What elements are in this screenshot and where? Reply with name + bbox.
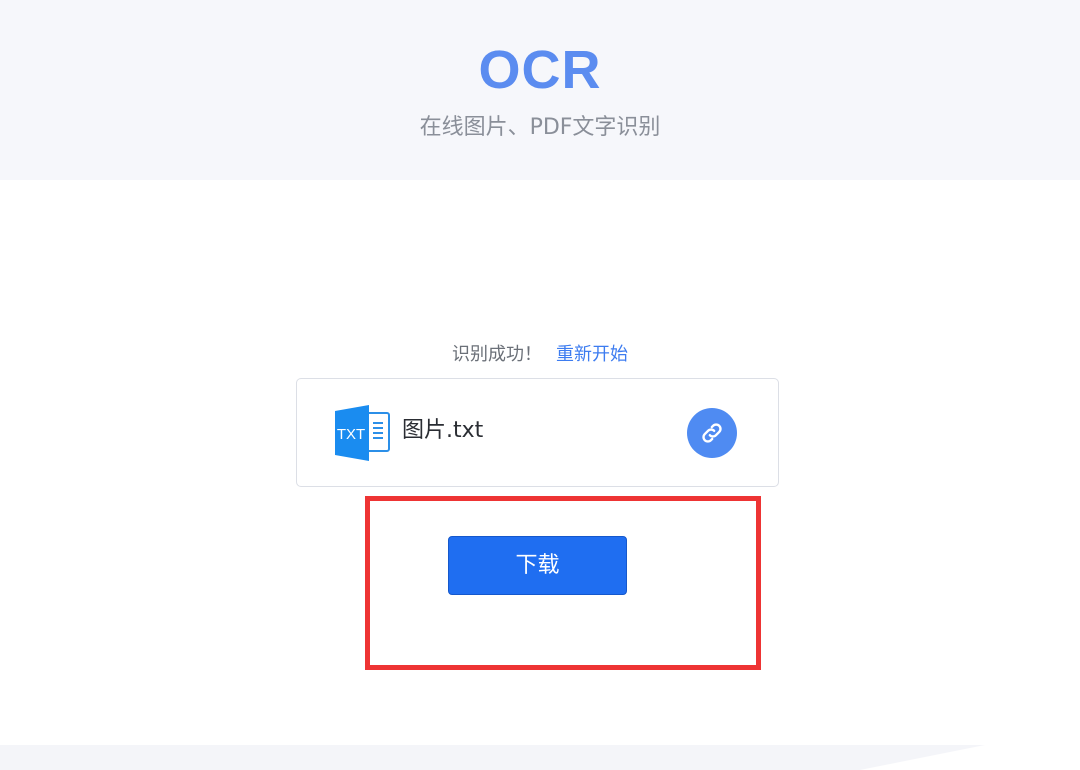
file-card: TXT 图片.txt bbox=[296, 378, 779, 487]
file-name: 图片.txt bbox=[402, 418, 484, 443]
txt-icon-label: TXT bbox=[337, 426, 365, 443]
status-message: 识别成功！ bbox=[452, 344, 542, 365]
restart-link[interactable]: 重新开始 bbox=[556, 344, 628, 365]
footer-band bbox=[0, 745, 1080, 770]
app-subtitle: 在线图片、PDF文字识别 bbox=[419, 115, 661, 140]
download-button[interactable]: 下载 bbox=[448, 536, 627, 595]
page-header: OCR 在线图片、PDF文字识别 bbox=[0, 0, 1080, 180]
txt-file-icon: TXT bbox=[333, 403, 393, 463]
app-title: OCR bbox=[478, 40, 602, 100]
copy-link-button[interactable] bbox=[687, 408, 737, 458]
status-row: 识别成功！ 重新开始 bbox=[0, 340, 1080, 370]
link-icon bbox=[702, 423, 722, 443]
footer-decoration bbox=[860, 745, 1080, 770]
